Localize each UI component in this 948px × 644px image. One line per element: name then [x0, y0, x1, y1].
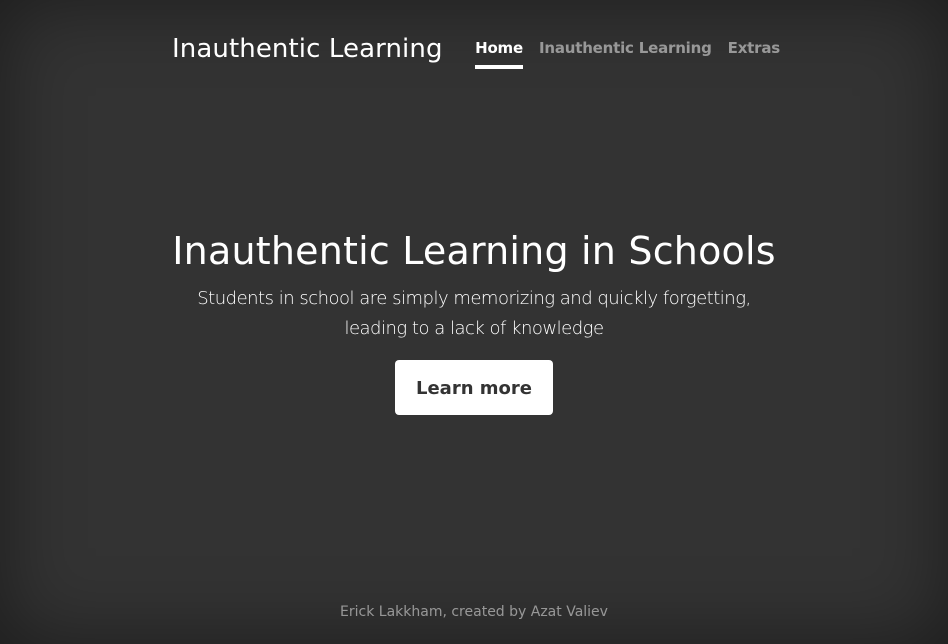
footer-text: Erick Lakkham, created by Azat Valiev — [340, 604, 608, 620]
footer: Erick Lakkham, created by Azat Valiev — [0, 602, 948, 622]
masthead: Inauthentic Learning Home Inauthentic Le… — [172, 0, 780, 70]
brand-title: Inauthentic Learning — [172, 34, 443, 64]
nav-link-extras[interactable]: Extras — [728, 38, 781, 69]
main-nav: Home Inauthentic Learning Extras — [459, 38, 780, 69]
cover-heading: Inauthentic Learning in Schools — [172, 229, 776, 273]
cover-section: Inauthentic Learning in Schools Students… — [0, 226, 948, 415]
nav-link-home[interactable]: Home — [475, 38, 523, 69]
nav-link-inauthentic-learning[interactable]: Inauthentic Learning — [539, 38, 712, 69]
learn-more-button[interactable]: Learn more — [395, 360, 553, 415]
lead-text: Students in school are simply memorizing… — [197, 288, 751, 339]
